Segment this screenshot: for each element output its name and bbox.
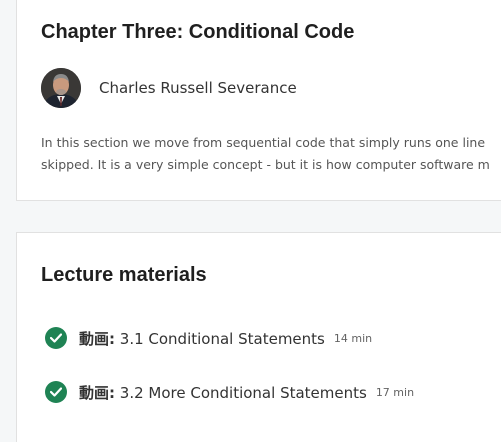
description-line: skipped. It is a very simple concept - b… bbox=[41, 157, 490, 172]
instructor-row[interactable]: Charles Russell Severance bbox=[41, 68, 501, 108]
instructor-avatar[interactable] bbox=[41, 68, 81, 108]
checkmark-circle-icon bbox=[45, 327, 67, 349]
chapter-title: Chapter Three: Conditional Code bbox=[41, 21, 355, 43]
lecture-title[interactable]: 3.1 Conditional Statements bbox=[120, 330, 325, 348]
lecture-type: 動画: bbox=[79, 383, 115, 402]
section-title: Lecture materials bbox=[41, 264, 207, 286]
instructor-name[interactable]: Charles Russell Severance bbox=[99, 78, 297, 98]
lecture-item[interactable]: 動画: 3.2 More Conditional Statements 17 m… bbox=[45, 378, 485, 406]
lecture-link[interactable]: 動画: 3.1 Conditional Statements bbox=[79, 328, 325, 349]
lecture-materials-card: Lecture materials 動画: 3.1 Conditional St… bbox=[16, 232, 501, 442]
chapter-card: Chapter Three: Conditional Code Charles … bbox=[16, 0, 501, 201]
lecture-item[interactable]: 動画: 3.1 Conditional Statements 14 min bbox=[45, 324, 485, 352]
lecture-duration: 14 min bbox=[333, 331, 373, 345]
lecture-title[interactable]: 3.2 More Conditional Statements bbox=[120, 384, 367, 402]
chapter-description: In this section we move from sequential … bbox=[41, 132, 501, 176]
description-line: In this section we move from sequential … bbox=[41, 135, 486, 150]
lecture-duration: 17 min bbox=[375, 385, 415, 399]
lecture-type: 動画: bbox=[79, 329, 115, 348]
checkmark-circle-icon bbox=[45, 381, 67, 403]
lecture-link[interactable]: 動画: 3.2 More Conditional Statements bbox=[79, 382, 367, 403]
